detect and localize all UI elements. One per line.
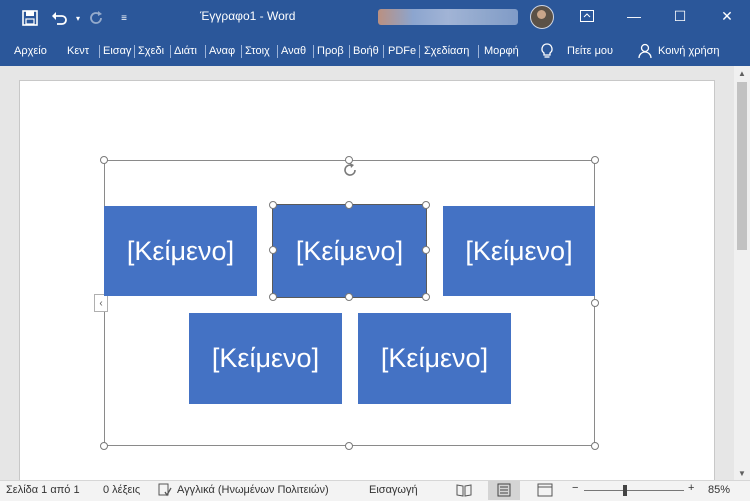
web-layout-icon[interactable] — [537, 483, 553, 500]
tab-format[interactable]: Μορφή — [480, 36, 523, 66]
smartart-shape[interactable]: [Κείμενο] — [443, 206, 595, 296]
vertical-scrollbar[interactable]: ▲ ▼ — [734, 66, 750, 480]
shape-resize-handle[interactable] — [345, 201, 353, 209]
customize-qat-icon[interactable]: ≡ — [112, 6, 136, 30]
minimize-button[interactable]: — — [611, 0, 657, 32]
tell-me-box[interactable]: Πείτε μου — [563, 36, 617, 66]
save-icon[interactable] — [18, 6, 42, 30]
avatar[interactable] — [530, 5, 554, 29]
word-count[interactable]: 0 λέξεις — [103, 484, 140, 496]
tab-layout[interactable]: Διάτι — [170, 36, 201, 66]
zoom-level[interactable]: 85% — [708, 484, 730, 496]
scroll-up-icon[interactable]: ▲ — [734, 66, 750, 80]
ribbon-display-options-icon[interactable] — [564, 0, 610, 32]
share-button[interactable]: Κοινή χρήση — [654, 36, 724, 66]
tab-pdfelement[interactable]: PDFe — [384, 36, 420, 66]
account-name[interactable] — [378, 9, 518, 25]
scroll-down-icon[interactable]: ▼ — [734, 466, 750, 480]
page-count[interactable]: Σελίδα 1 από 1 — [6, 484, 80, 496]
ribbon-tabs: Αρχείο Κεντ Εισαγ Σχεδι Διάτι Αναφ Στοιχ… — [0, 36, 750, 66]
shape-resize-handle[interactable] — [422, 201, 430, 209]
smartart-shape-selected[interactable]: [Κείμενο] — [272, 204, 427, 298]
tab-design[interactable]: Σχεδι — [134, 36, 168, 66]
language-indicator[interactable]: Αγγλικά (Ηνωμένων Πολιτειών) — [177, 484, 329, 496]
zoom-slider-thumb[interactable] — [623, 485, 627, 496]
tab-view[interactable]: Προβ — [313, 36, 348, 66]
zoom-in-button[interactable]: + — [688, 482, 694, 494]
document-title: Έγγραφο1 - Word — [200, 9, 296, 23]
shape-resize-handle[interactable] — [269, 201, 277, 209]
resize-handle[interactable] — [591, 442, 599, 450]
scrollbar-thumb[interactable] — [737, 82, 747, 250]
zoom-out-button[interactable]: − — [572, 482, 578, 494]
tab-insert[interactable]: Εισαγ — [99, 36, 135, 66]
smartart-shape[interactable]: [Κείμενο] — [189, 313, 342, 404]
tab-references[interactable]: Αναφ — [205, 36, 239, 66]
resize-handle[interactable] — [345, 156, 353, 164]
resize-handle[interactable] — [591, 299, 599, 307]
maximize-button[interactable]: ☐ — [657, 0, 703, 32]
tab-review[interactable]: Αναθ — [277, 36, 310, 66]
tab-smartart-design[interactable]: Σχεδίαση — [420, 36, 473, 66]
resize-handle[interactable] — [345, 442, 353, 450]
text-pane-toggle-button[interactable]: ‹ — [94, 294, 108, 312]
resize-handle[interactable] — [591, 156, 599, 164]
zoom-slider[interactable] — [584, 490, 684, 491]
resize-handle[interactable] — [100, 156, 108, 164]
insert-mode[interactable]: Εισαγωγή — [369, 484, 418, 496]
redo-icon[interactable] — [84, 6, 108, 30]
close-button[interactable]: ✕ — [704, 0, 750, 32]
tab-home[interactable]: Κεντ — [63, 36, 93, 66]
print-layout-icon[interactable] — [488, 481, 520, 500]
share-person-icon[interactable] — [638, 43, 652, 62]
shape-resize-handle[interactable] — [269, 246, 277, 254]
resize-handle[interactable] — [100, 442, 108, 450]
shape-resize-handle[interactable] — [422, 293, 430, 301]
shape-resize-handle[interactable] — [422, 246, 430, 254]
tab-help[interactable]: Βοήθ — [349, 36, 383, 66]
tab-mailings[interactable]: Στοιχ — [241, 36, 274, 66]
status-bar: Σελίδα 1 από 1 0 λέξεις Αγγλικά (Ηνωμένω… — [0, 480, 750, 501]
title-bar: ▾ ≡ Έγγραφο1 - Word — ☐ ✕ — [0, 0, 750, 36]
lightbulb-icon[interactable] — [540, 43, 554, 62]
proofing-icon[interactable] — [158, 483, 172, 500]
shape-resize-handle[interactable] — [345, 293, 353, 301]
smartart-shape[interactable]: [Κείμενο] — [358, 313, 511, 404]
shape-resize-handle[interactable] — [269, 293, 277, 301]
smartart-shape[interactable]: [Κείμενο] — [104, 206, 257, 296]
read-mode-icon[interactable] — [456, 483, 472, 500]
tab-file[interactable]: Αρχείο — [10, 36, 51, 66]
